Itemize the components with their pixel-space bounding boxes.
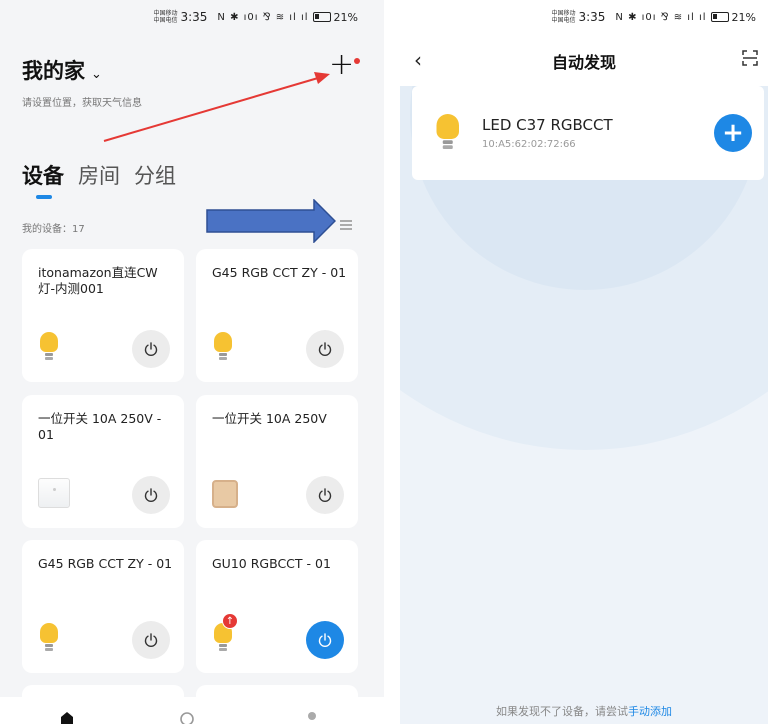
carrier-labels: 中国移动 中国电信 (551, 10, 575, 24)
nav-bar: ‹ 自动发现 (400, 34, 768, 86)
found-device-mac: 10:A5:62:02:72:66 (482, 139, 576, 150)
battery-icon (710, 12, 729, 22)
status-bar: 中国移动 中国电信 3:35 N ✱ ı0ı ⅋ ≋ ıl ıl 21% (400, 0, 768, 34)
manual-add-link[interactable]: 手动添加 (628, 705, 672, 718)
status-icons: N ✱ ı0ı ⅋ ≋ ıl ıl (615, 11, 707, 23)
add-found-device-button[interactable]: + (714, 114, 752, 152)
scan-icon[interactable] (742, 50, 758, 66)
carrier-bottom: 中国电信 (551, 17, 576, 24)
blue-annotation-arrow (206, 199, 336, 243)
status-time: 3:35 (578, 10, 606, 24)
found-device-name: LED C37 RGBCCT (482, 116, 613, 134)
bulb-icon (434, 114, 462, 152)
right-phone-screen: 中国移动 中国电信 3:35 N ✱ ı0ı ⅋ ≋ ıl ıl 21% ‹ 自… (400, 0, 768, 724)
carrier-top: 中国移动 (551, 10, 576, 17)
manual-add-hint: 如果发现不了设备，请尝试手动添加 (400, 703, 768, 719)
battery-percent: 21% (731, 10, 756, 24)
found-device-card[interactable]: LED C37 RGBCCT 10:A5:62:02:72:66 + (412, 86, 764, 180)
page-title: 自动发现 (551, 53, 616, 72)
hint-text: 如果发现不了设备，请尝试 (496, 705, 628, 718)
left-phone-screen: 中国移动 中国电信 3:35 N ✱ ı0ı ⅋ ≋ ıl ıl 21% 我的家… (0, 0, 384, 724)
red-annotation-arrow (103, 72, 330, 142)
